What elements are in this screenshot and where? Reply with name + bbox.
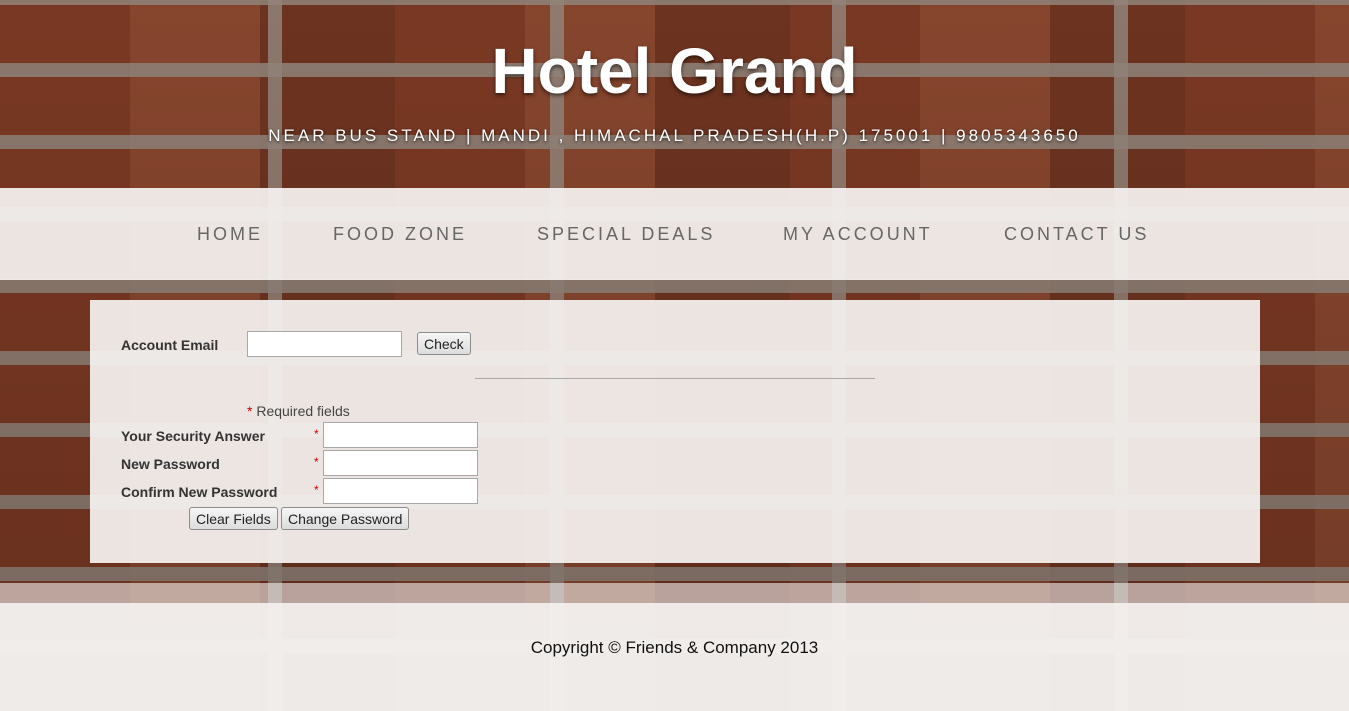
security-answer-input[interactable]: [323, 422, 478, 448]
divider: [475, 378, 875, 379]
nav-special-deals[interactable]: SPECIAL DEALS: [537, 224, 715, 245]
new-password-label: New Password: [121, 456, 220, 472]
account-email-input[interactable]: [247, 331, 402, 357]
nav-contact-us[interactable]: CONTACT US: [1004, 224, 1149, 245]
main-nav: HOME FOOD ZONE SPECIAL DEALS MY ACCOUNT …: [0, 188, 1349, 280]
nav-home[interactable]: HOME: [197, 224, 263, 245]
nav-food-zone[interactable]: FOOD ZONE: [333, 224, 467, 245]
site-title: Hotel Grand: [491, 35, 858, 107]
new-password-required-star: *: [314, 455, 319, 469]
clear-fields-button[interactable]: Clear Fields: [189, 507, 278, 530]
site-header: Hotel Grand NEAR BUS STAND | MANDI , HIM…: [0, 0, 1349, 188]
required-fields-note: * Required fields: [247, 403, 350, 419]
new-password-input[interactable]: [323, 450, 478, 476]
site-footer: Copyright © Friends & Company 2013: [0, 603, 1349, 711]
security-answer-required-star: *: [314, 427, 319, 441]
footer-band: [0, 583, 1349, 603]
account-email-label: Account Email: [121, 337, 219, 353]
check-button[interactable]: Check: [417, 332, 471, 355]
security-answer-label: Your Security Answer: [121, 428, 265, 444]
nav-my-account[interactable]: MY ACCOUNT: [783, 224, 933, 245]
change-password-panel: Account Email Check * Required fields Yo…: [90, 300, 1260, 563]
confirm-password-label: Confirm New Password: [121, 484, 278, 500]
confirm-password-input[interactable]: [323, 478, 478, 504]
copyright-text: Copyright © Friends & Company 2013: [530, 638, 819, 657]
site-address: NEAR BUS STAND | MANDI , HIMACHAL PRADES…: [268, 126, 1081, 145]
confirm-password-required-star: *: [314, 483, 319, 497]
required-fields-text: Required fields: [252, 403, 350, 419]
change-password-button[interactable]: Change Password: [281, 507, 410, 530]
